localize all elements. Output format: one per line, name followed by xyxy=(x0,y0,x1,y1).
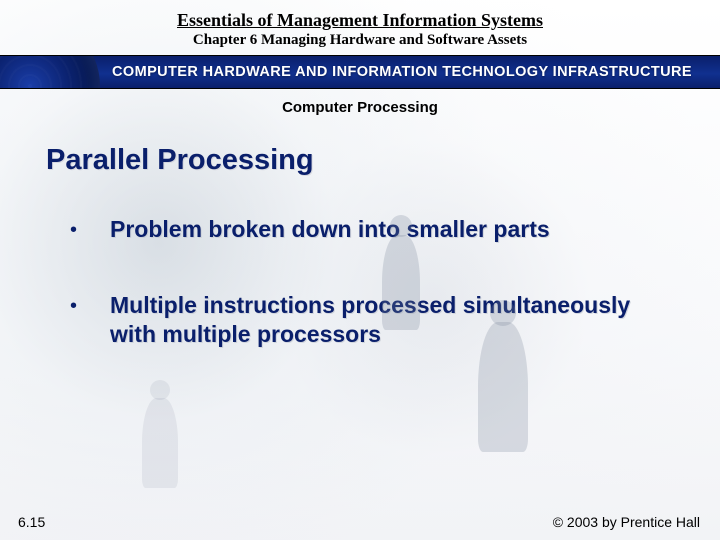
title-block: Essentials of Management Information Sys… xyxy=(0,0,720,49)
section-bar: COMPUTER HARDWARE AND INFORMATION TECHNO… xyxy=(0,55,720,89)
slide: Essentials of Management Information Sys… xyxy=(0,0,720,540)
bullet-icon: • xyxy=(70,291,76,321)
slide-number: 6.15 xyxy=(18,514,45,530)
bg-silhouette xyxy=(150,380,170,400)
section-heading: COMPUTER HARDWARE AND INFORMATION TECHNO… xyxy=(112,64,692,80)
slide-heading: Parallel Processing xyxy=(46,144,720,177)
list-item: • Problem broken down into smaller parts xyxy=(70,215,670,245)
copyright: © 2003 by Prentice Hall xyxy=(553,514,700,530)
bg-silhouette xyxy=(382,235,420,330)
bg-silhouette xyxy=(142,398,178,488)
bullet-icon: • xyxy=(70,215,76,245)
bg-silhouette xyxy=(478,322,528,452)
bullet-list: • Problem broken down into smaller parts… xyxy=(0,215,720,350)
bg-silhouette xyxy=(390,215,412,237)
topic-subheading: Computer Processing xyxy=(0,99,720,116)
list-item: • Multiple instructions processed simult… xyxy=(70,291,670,350)
footer: 6.15 © 2003 by Prentice Hall xyxy=(0,514,720,530)
book-title: Essentials of Management Information Sys… xyxy=(0,10,720,31)
chapter-line: Chapter 6 Managing Hardware and Software… xyxy=(0,32,720,49)
bullet-text: Problem broken down into smaller parts xyxy=(110,215,550,244)
